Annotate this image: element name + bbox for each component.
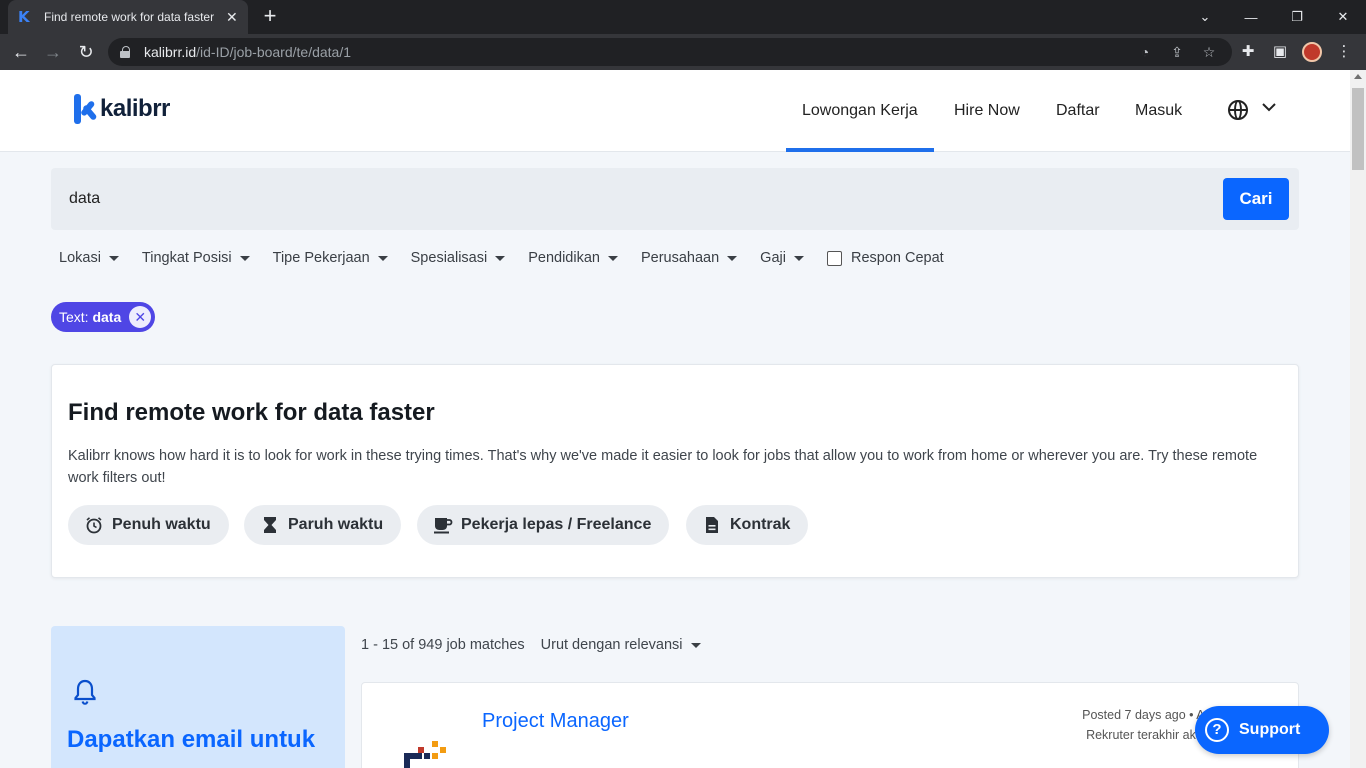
scroll-up-arrow-icon[interactable] [1354, 74, 1362, 79]
logo-text: kalibrr [100, 95, 170, 122]
filter-label: Spesialisasi [410, 250, 488, 266]
filter-label: Pendidikan [528, 250, 600, 266]
filter-label: Lokasi [59, 250, 101, 266]
filter-gaji[interactable]: Gaji [760, 250, 804, 266]
browser-tab[interactable]: K Find remote work for data faster ✕ [8, 0, 248, 34]
site-header: kalibrr Lowongan Kerja Hire Now Daftar M… [0, 70, 1350, 152]
filter-label: Gaji [760, 250, 786, 266]
side-panel-icon[interactable]: ▣ [1270, 42, 1290, 62]
caret-down-icon [727, 255, 738, 261]
nav-daftar[interactable]: Daftar [1056, 70, 1100, 152]
question-icon: ? [1205, 718, 1229, 742]
kalibrr-logo-icon [74, 94, 98, 124]
extensions-puzzle-icon[interactable]: ✚ [1238, 42, 1258, 62]
results-count: 1 - 15 of 949 job matches [361, 637, 525, 653]
nav-hire-now[interactable]: Hire Now [954, 70, 1020, 152]
support-button[interactable]: ? Support [1195, 706, 1329, 754]
remote-card-description: Kalibrr knows how hard it is to look for… [68, 448, 1258, 486]
job-title-link[interactable]: Project Manager [482, 710, 629, 733]
results-meta: 1 - 15 of 949 job matches Urut dengan re… [361, 637, 701, 653]
option-label: Penuh waktu [112, 516, 211, 533]
browser-tab-bar: K Find remote work for data faster ✕ + ⌄… [0, 0, 1366, 34]
performance-icon[interactable]: ◔ [1136, 43, 1154, 61]
remote-option-freelance[interactable]: Pekerja lepas / Freelance [417, 505, 670, 545]
remote-work-card: Find remote work for data faster Kalibrr… [51, 364, 1299, 578]
filter-pendidikan[interactable]: Pendidikan [528, 250, 618, 266]
close-tab-icon[interactable]: ✕ [226, 9, 238, 26]
filter-tingkat-posisi[interactable]: Tingkat Posisi [142, 250, 250, 266]
share-icon[interactable]: ⇪ [1168, 43, 1186, 61]
caret-down-icon [495, 255, 506, 261]
caret-down-icon [793, 255, 804, 261]
support-label: Support [1239, 721, 1301, 738]
remote-option-part-time[interactable]: Paruh waktu [244, 505, 402, 545]
reload-icon[interactable]: ↻ [73, 39, 99, 65]
quick-response-filter[interactable]: Respon Cepat [826, 250, 944, 266]
bookmark-star-icon[interactable]: ☆ [1200, 43, 1218, 61]
filter-label: Tipe Pekerjaan [272, 250, 370, 266]
option-label: Pekerja lepas / Freelance [461, 516, 652, 533]
url-path: /id-ID/job-board/te/data/1 [196, 44, 352, 60]
filter-tipe-pekerjaan[interactable]: Tipe Pekerjaan [273, 250, 388, 266]
remote-option-full-time[interactable]: Penuh waktu [68, 505, 229, 545]
page-scrollbar[interactable] [1350, 70, 1366, 768]
search-button[interactable]: Cari [1223, 178, 1289, 220]
filter-spesialisasi[interactable]: Spesialisasi [411, 250, 506, 266]
lock-icon[interactable] [120, 46, 130, 58]
address-bar[interactable]: kalibrr.id /id-ID/job-board/te/data/1 ◔ … [108, 38, 1232, 66]
tab-title: Find remote work for data faster [44, 10, 215, 24]
tab-search-chevron-icon[interactable]: ⌄ [1182, 0, 1228, 34]
remote-card-title: Find remote work for data faster [68, 399, 435, 426]
caret-down-icon [607, 255, 618, 261]
caret-down-icon [377, 255, 388, 261]
filter-perusahaan[interactable]: Perusahaan [640, 250, 738, 266]
job-card[interactable]: Project Manager Posted 7 days ago • Appl… [361, 682, 1299, 768]
hourglass-icon [260, 515, 280, 535]
close-window-button[interactable]: ✕ [1320, 0, 1366, 34]
globe-icon[interactable] [1228, 100, 1248, 120]
kalibrr-logo[interactable]: kalibrr [74, 94, 170, 124]
active-filter-chip: Text: data ✕ [51, 302, 156, 332]
caret-down-icon [108, 255, 119, 261]
search-input[interactable] [69, 182, 1209, 216]
chip-value: data [92, 309, 122, 325]
restore-button[interactable]: ❐ [1274, 0, 1320, 34]
coffee-cup-icon [433, 515, 453, 535]
option-label: Paruh waktu [288, 516, 384, 533]
filter-label: Perusahaan [640, 250, 720, 266]
new-tab-button[interactable]: + [258, 5, 282, 29]
nav-masuk[interactable]: Masuk [1135, 70, 1182, 152]
browser-toolbar: ← → ↻ kalibrr.id /id-ID/job-board/te/dat… [0, 34, 1366, 70]
document-icon [702, 515, 722, 535]
search-bar: Cari [51, 168, 1299, 230]
alarm-clock-icon [84, 515, 104, 535]
forward-arrow-icon[interactable]: → [40, 39, 66, 65]
back-arrow-icon[interactable]: ← [8, 39, 34, 65]
scrollbar-thumb[interactable] [1352, 88, 1364, 170]
minimize-button[interactable]: — [1228, 0, 1274, 34]
remote-option-contract[interactable]: Kontrak [686, 505, 809, 545]
browser-menu-icon[interactable]: ⋮ [1334, 42, 1354, 62]
nav-lowongan-kerja[interactable]: Lowongan Kerja [786, 70, 934, 152]
url-host: kalibrr.id [144, 44, 197, 60]
filter-bar: Lokasi Tingkat Posisi Tipe Pekerjaan Spe… [59, 248, 967, 268]
filter-lokasi[interactable]: Lokasi [59, 250, 119, 266]
quick-response-label: Respon Cepat [850, 250, 944, 266]
job-alert-title: Dapatkan email untuk [67, 726, 316, 753]
profile-avatar[interactable] [1302, 42, 1322, 62]
option-label: Kontrak [730, 516, 791, 533]
kalibrr-favicon-icon: K [18, 8, 30, 26]
chip-prefix: Text: [59, 309, 93, 325]
bell-icon [73, 678, 96, 705]
quick-response-checkbox[interactable] [826, 250, 842, 266]
job-alert-box: Dapatkan email untuk [51, 626, 345, 768]
sort-dropdown[interactable]: Urut dengan relevansi [541, 637, 701, 653]
filter-label: Tingkat Posisi [141, 250, 232, 266]
sort-label: Urut dengan relevansi [540, 637, 683, 653]
chevron-down-icon[interactable] [1262, 100, 1276, 115]
caret-down-icon [239, 255, 250, 261]
company-logo [402, 739, 452, 768]
caret-down-icon [690, 642, 701, 648]
remove-filter-icon[interactable]: ✕ [129, 306, 152, 328]
